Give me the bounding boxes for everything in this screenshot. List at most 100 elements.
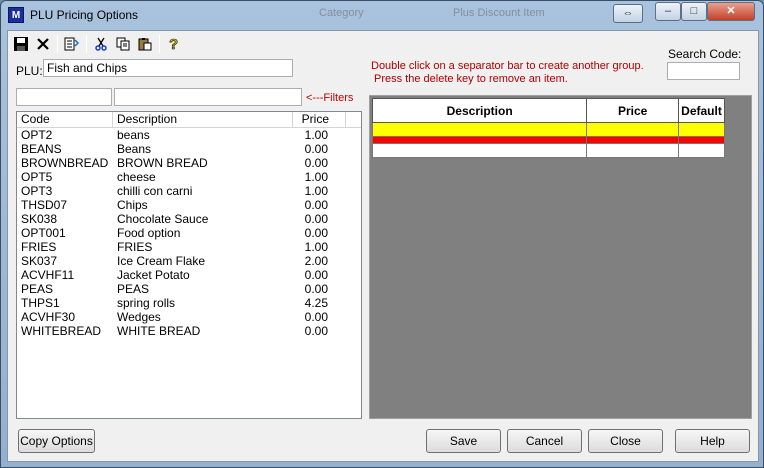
column-header-description[interactable]: Description xyxy=(113,112,293,127)
cell-description: Jacket Potato xyxy=(117,268,190,282)
toolbar-separator xyxy=(159,35,160,53)
list-row[interactable]: THSD07 Chips 0.00 xyxy=(17,198,361,212)
toolbar-separator xyxy=(57,35,58,53)
plu-field[interactable]: Fish and Chips xyxy=(43,59,293,77)
list-row[interactable]: OPT5 cheese 1.00 xyxy=(17,170,361,184)
grid-header-default[interactable]: Default xyxy=(678,98,725,123)
cell-code: WHITEBREAD xyxy=(21,324,102,338)
instruction-line: Double click on a separator bar to creat… xyxy=(371,60,644,72)
grid-row-selected[interactable] xyxy=(371,122,725,137)
cell-price: 1.00 xyxy=(304,184,328,198)
list-row[interactable]: OPT2 beans 1.00 xyxy=(17,128,361,142)
copy-options-label: Copy Options xyxy=(20,434,93,448)
grid-cell[interactable] xyxy=(586,143,679,158)
delete-icon[interactable] xyxy=(32,34,54,54)
close-window-button[interactable]: ✕ xyxy=(707,2,755,21)
column-header-price[interactable]: Price xyxy=(293,112,346,127)
separator-cell[interactable] xyxy=(371,136,588,144)
list-row[interactable]: OPT001 Food option 0.00 xyxy=(17,226,361,240)
plu-option-list[interactable]: Code Description Price OPT2 beans 1.00 BEA… xyxy=(16,111,362,419)
cell-code: OPT2 xyxy=(21,128,53,142)
cell-code: PEAS xyxy=(21,282,54,296)
cell-code: SK037 xyxy=(21,254,58,268)
grid-header: Description Price Default xyxy=(371,98,725,123)
help-button[interactable]: Help xyxy=(675,429,750,453)
cell-price: 4.25 xyxy=(304,296,328,310)
list-row[interactable]: OPT3 chilli con carni 1.00 xyxy=(17,184,361,198)
background-text: Plus Discount Item xyxy=(453,7,545,19)
list-row[interactable]: THPS1 spring rolls 4.25 xyxy=(17,296,361,310)
cell-description: Chocolate Sauce xyxy=(117,212,209,226)
close-button[interactable]: Close xyxy=(588,429,663,453)
grid-row[interactable] xyxy=(371,143,725,158)
grid-cell[interactable] xyxy=(678,122,725,137)
description-filter-input[interactable] xyxy=(114,88,302,106)
cell-description: PEAS xyxy=(117,282,150,296)
copy-options-button[interactable]: Copy Options xyxy=(18,429,95,453)
cell-price: 0.00 xyxy=(304,324,328,338)
paste-icon[interactable] xyxy=(134,34,156,54)
grid-header-price[interactable]: Price xyxy=(586,98,679,123)
maximize-button[interactable]: □ xyxy=(681,2,707,21)
cell-code: OPT5 xyxy=(21,170,53,184)
cell-description: WHITE BREAD xyxy=(117,324,201,338)
separator-cell[interactable] xyxy=(678,136,725,144)
search-code-input[interactable] xyxy=(667,62,740,80)
cell-price: 1.00 xyxy=(304,170,328,184)
code-filter-input[interactable] xyxy=(16,88,112,106)
group-separator-bar[interactable] xyxy=(371,136,725,144)
save-button[interactable]: Save xyxy=(426,429,501,453)
pricing-table: Description Price Default xyxy=(371,98,725,158)
cell-description: Beans xyxy=(117,142,152,156)
help-icon[interactable]: ? xyxy=(163,34,185,54)
minimize-button[interactable]: ‒ xyxy=(655,2,681,21)
cell-price: 1.00 xyxy=(304,128,328,142)
grid-header-description[interactable]: Description xyxy=(371,98,588,123)
window-title: PLU Pricing Options xyxy=(30,8,139,22)
list-row[interactable]: FRIES FRIES 1.00 xyxy=(17,240,361,254)
list-row[interactable]: BROWNBREAD BROWN BREAD 0.00 xyxy=(17,156,361,170)
cell-description: Chips xyxy=(117,198,148,212)
cell-code: ACVHF30 xyxy=(21,310,76,324)
help-label: Help xyxy=(700,434,725,448)
cell-code: BEANS xyxy=(21,142,62,156)
list-row[interactable]: SK038 Chocolate Sauce 0.00 xyxy=(17,212,361,226)
list-row[interactable]: ACVHF11 Jacket Potato 0.00 xyxy=(17,268,361,282)
cell-description: Wedges xyxy=(117,310,161,324)
cell-code: THSD07 xyxy=(21,198,68,212)
grid-cell[interactable] xyxy=(678,143,725,158)
cell-code: ACVHF11 xyxy=(21,268,75,282)
cell-description: cheese xyxy=(117,170,156,184)
grid-cell[interactable] xyxy=(586,122,679,137)
cut-icon[interactable] xyxy=(90,34,112,54)
dialog-body: ? PLU: Fish and Chips Double click on a … xyxy=(7,30,759,462)
cell-code: FRIES xyxy=(21,240,57,254)
list-row[interactable]: ACVHF30 Wedges 0.00 xyxy=(17,310,361,324)
cell-code: OPT001 xyxy=(21,226,66,240)
grid-cell[interactable] xyxy=(371,143,588,158)
separator-cell[interactable] xyxy=(586,136,679,144)
title-bar[interactable]: M PLU Pricing Options Category Plus Disc… xyxy=(1,1,763,29)
save-icon[interactable] xyxy=(10,34,32,54)
cancel-button[interactable]: Cancel xyxy=(507,429,582,453)
copy-icon[interactable] xyxy=(112,34,134,54)
grid-cell[interactable] xyxy=(371,122,588,137)
list-row[interactable]: BEANS Beans 0.00 xyxy=(17,142,361,156)
cell-description: Food option xyxy=(117,226,181,240)
cell-price: 0.00 xyxy=(304,212,328,226)
list-row[interactable]: SK037 Ice Cream Flake 2.00 xyxy=(17,254,361,268)
toolbar: ? xyxy=(10,33,185,55)
cell-price: 0.00 xyxy=(304,156,328,170)
save-label: Save xyxy=(449,434,478,448)
cell-description: FRIES xyxy=(117,240,153,254)
app-icon: M xyxy=(8,7,24,23)
export-icon[interactable] xyxy=(61,34,83,54)
filters-link[interactable]: <---Filters xyxy=(306,92,353,104)
list-row[interactable]: WHITEBREAD WHITE BREAD 0.00 xyxy=(17,324,361,338)
restore-size-icon[interactable]: ⇔ xyxy=(613,4,643,23)
column-header-code[interactable]: Code xyxy=(17,112,113,127)
cell-description: chilli con carni xyxy=(117,184,193,198)
close-label: Close xyxy=(610,434,641,448)
pricing-group-grid[interactable]: Description Price Default xyxy=(369,95,752,419)
list-row[interactable]: PEAS PEAS 0.00 xyxy=(17,282,361,296)
